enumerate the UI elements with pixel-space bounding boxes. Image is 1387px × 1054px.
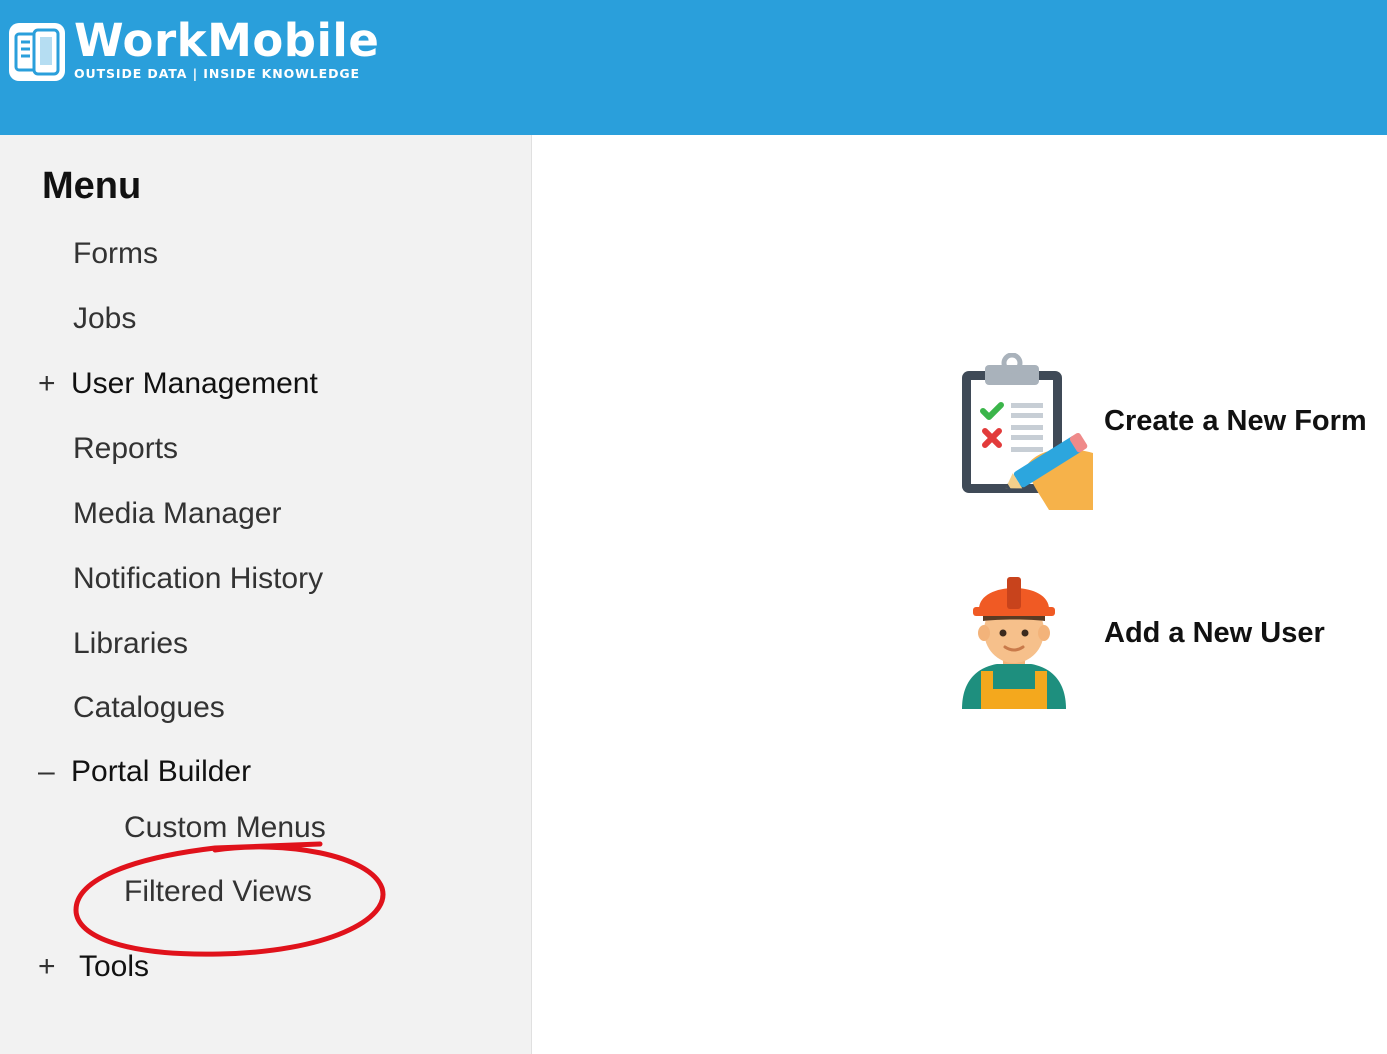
add-new-user-label[interactable]: Add a New User <box>1104 617 1325 650</box>
logo-device-icon <box>9 23 65 81</box>
sidebar-item-notification-history[interactable]: Notification History <box>73 562 323 596</box>
sidebar-item-libraries[interactable]: Libraries <box>73 627 188 661</box>
sidebar-item-tools[interactable]: Tools <box>79 950 149 984</box>
clipboard-checklist-icon <box>962 353 1093 510</box>
sidebar-item-catalogues[interactable]: Catalogues <box>73 691 225 725</box>
tools-expand-icon[interactable]: + <box>38 950 56 984</box>
top-header: WorkMobile OUTSIDE DATA | INSIDE KNOWLED… <box>0 0 1387 135</box>
menu-title: Menu <box>42 165 142 207</box>
sidebar-item-media-manager[interactable]: Media Manager <box>73 497 281 531</box>
sidebar-item-jobs[interactable]: Jobs <box>73 302 136 336</box>
create-new-form-action[interactable]: Create a New Form <box>959 353 1367 510</box>
create-new-form-label[interactable]: Create a New Form <box>1104 405 1367 438</box>
logo-name: WorkMobile <box>74 14 380 67</box>
sidebar-item-reports[interactable]: Reports <box>73 432 178 466</box>
portal-builder-collapse-icon[interactable]: – <box>38 755 55 789</box>
sidebar-menu: Menu Forms Jobs + User Management Report… <box>0 135 532 1054</box>
logo-tagline: OUTSIDE DATA | INSIDE KNOWLEDGE <box>74 66 360 81</box>
user-management-expand-icon[interactable]: + <box>38 367 56 401</box>
sidebar-subitem-filtered-views[interactable]: Filtered Views <box>124 875 312 909</box>
main-content: Create a New Form Add a New User <box>533 135 1387 1054</box>
sidebar-subitem-custom-menus[interactable]: Custom Menus <box>124 811 326 845</box>
sidebar-item-forms[interactable]: Forms <box>73 237 158 271</box>
workmobile-logo[interactable]: WorkMobile OUTSIDE DATA | INSIDE KNOWLED… <box>8 18 379 88</box>
worker-user-icon <box>962 577 1066 709</box>
sidebar-item-user-management[interactable]: User Management <box>71 367 318 401</box>
add-new-user-action[interactable]: Add a New User <box>959 571 1325 711</box>
sidebar-item-portal-builder[interactable]: Portal Builder <box>71 755 251 789</box>
